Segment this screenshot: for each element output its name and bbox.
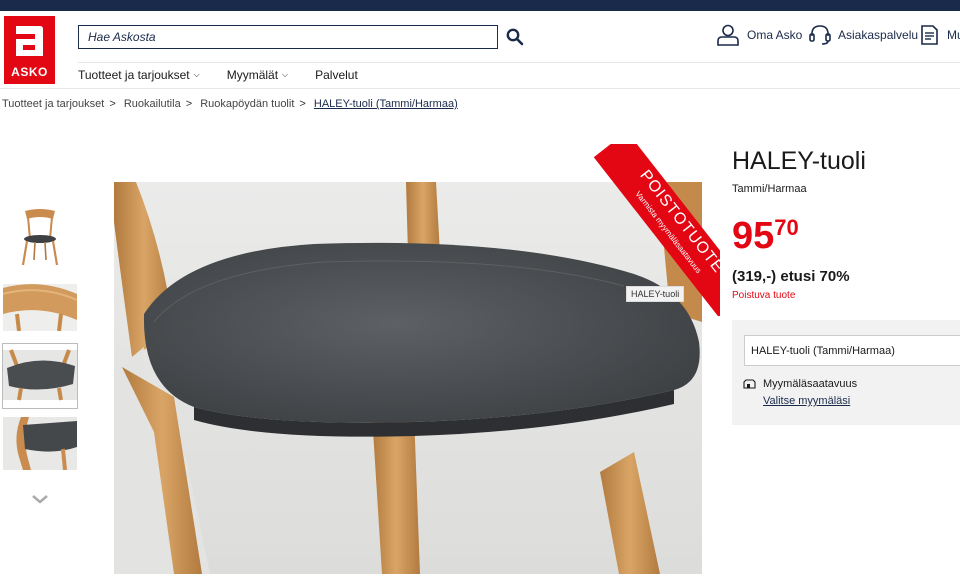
logo-text: ASKO — [11, 65, 48, 79]
asiakaspalvelu-label: Asiakaspalvelu — [838, 28, 919, 42]
store-icon — [743, 379, 756, 389]
user-icon — [717, 24, 739, 46]
previous-price: (319,-) etusi 70% — [732, 268, 850, 285]
document-icon — [921, 25, 938, 45]
nav-item-tuotteet[interactable]: Tuotteet ja tarjoukset ⌵ — [78, 68, 200, 82]
product-variant: Tammi/Harmaa — [732, 183, 807, 195]
breadcrumb-item[interactable]: Ruokailutila — [124, 98, 181, 110]
nav-item-label: Myymälät — [226, 68, 279, 82]
chair-thumbnail-image — [21, 209, 59, 266]
variant-select-value: HALEY-tuoli (Tammi/Harmaa) — [751, 344, 895, 357]
thumbnail-seat-side[interactable] — [3, 417, 77, 470]
chevron-down-icon[interactable] — [30, 491, 50, 507]
oma-asko-link[interactable]: Oma Asko — [716, 24, 802, 46]
product-price: 9570 — [732, 215, 799, 257]
product-main-image[interactable] — [114, 182, 702, 574]
search-input[interactable] — [79, 26, 497, 48]
choose-store-link[interactable]: Valitse myymäläsi — [763, 395, 850, 407]
thumbnail-backrest[interactable] — [3, 284, 77, 331]
price-main: 95 — [732, 215, 775, 257]
store-availability-row: Myymäläsaatavuus — [743, 378, 857, 390]
mu-label: Mu — [947, 28, 960, 42]
seat-side-thumbnail-image — [3, 417, 77, 470]
breadcrumb-item[interactable]: Ruokapöydän tuolit — [200, 98, 294, 110]
image-caption: HALEY-tuoli — [626, 286, 685, 302]
seat-thumbnail-image — [3, 349, 77, 401]
mu-link[interactable]: Mu — [920, 24, 960, 46]
asko-logo-mark — [16, 26, 43, 56]
asiakaspalvelu-link[interactable]: Asiakaspalvelu — [809, 24, 918, 46]
chair-seat-photo — [114, 182, 702, 574]
variant-select[interactable]: HALEY-tuoli (Tammi/Harmaa) — [744, 335, 960, 366]
price-cents: 70 — [774, 215, 799, 240]
backrest-thumbnail-image — [3, 284, 77, 331]
product-title: HALEY-tuoli — [732, 147, 866, 175]
store-availability-label: Myymäläsaatavuus — [763, 378, 858, 390]
breadcrumb-separator: > — [109, 98, 116, 110]
nav-item-label: Tuotteet ja tarjoukset — [78, 68, 190, 82]
main-nav: Tuotteet ja tarjoukset ⌵ Myymälät ⌵ Palv… — [78, 68, 358, 82]
breadcrumb-separator: > — [185, 98, 193, 110]
breadcrumb: Tuotteet ja tarjoukset > Ruokailutila > Ru… — [2, 98, 462, 110]
thumbnail-chair-full[interactable] — [3, 205, 77, 269]
nav-item-palvelut[interactable]: Palvelut — [315, 68, 358, 82]
oma-asko-label: Oma Asko — [747, 28, 803, 42]
breadcrumb-separator: > — [299, 98, 306, 110]
top-bar — [0, 0, 960, 11]
breadcrumb-item[interactable]: Tuotteet ja tarjoukset — [2, 98, 104, 110]
nav-item-myymalat[interactable]: Myymälät ⌵ — [227, 68, 288, 82]
breadcrumb-current[interactable]: HALEY-tuoli (Tammi/Harmaa) — [314, 98, 458, 110]
headset-icon — [809, 25, 831, 45]
chevron-down-icon: ⌵ — [193, 70, 200, 79]
chevron-down-icon: ⌵ — [282, 70, 289, 79]
header-divider — [0, 88, 960, 89]
asko-logo[interactable]: ASKO — [4, 16, 55, 84]
nav-item-label: Palvelut — [315, 68, 358, 82]
search-box[interactable] — [78, 25, 498, 49]
nav-divider — [78, 62, 960, 63]
thumbnail-seat-front[interactable] — [2, 343, 78, 409]
status-label: Poistuva tuote — [732, 290, 796, 301]
search-icon[interactable] — [506, 28, 524, 46]
